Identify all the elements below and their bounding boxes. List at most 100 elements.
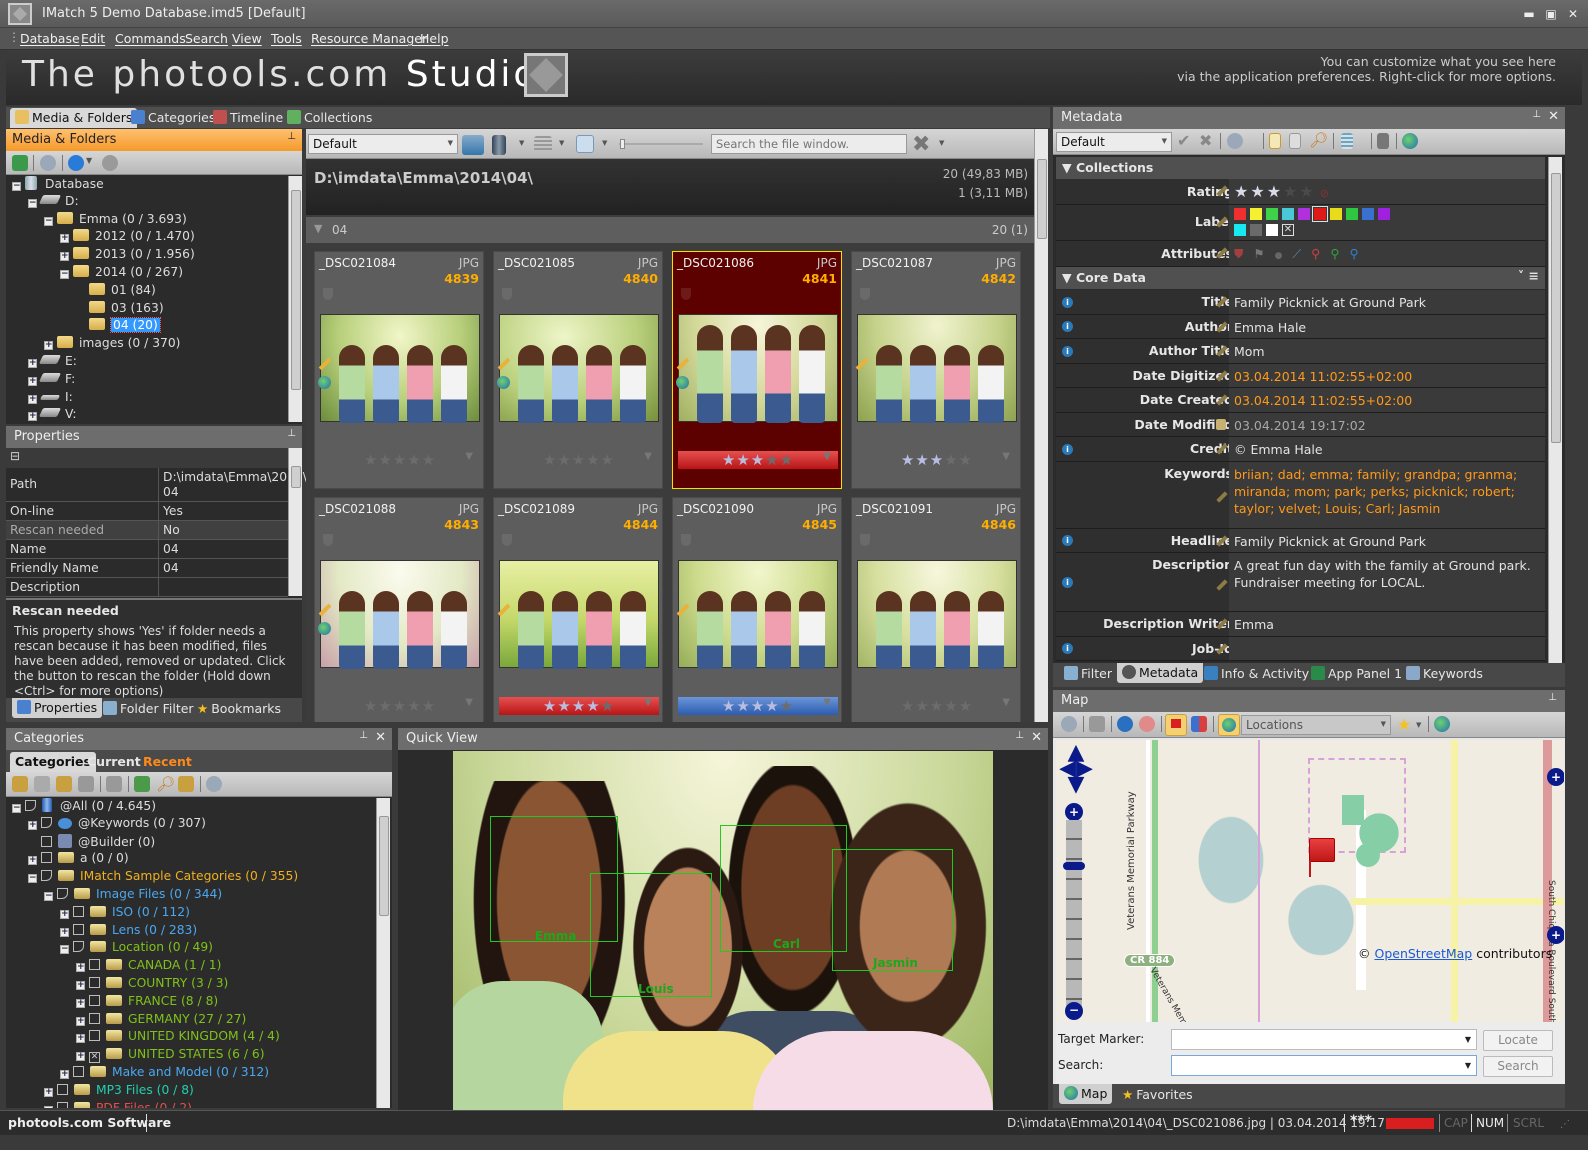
scrollbar-thumb[interactable]	[1037, 159, 1047, 239]
red-pin-icon[interactable]: ⚲	[1311, 246, 1320, 261]
tab-app-panel-1[interactable]: App Panel 1	[1306, 664, 1407, 684]
face-box-jasmin[interactable]: Jasmin	[832, 849, 953, 971]
folder-tree-node[interactable]: 01 (84)	[76, 282, 156, 301]
label-swatch[interactable]	[1234, 224, 1246, 236]
folder-tree-node[interactable]: + V:	[28, 407, 77, 422]
folder-tree-node[interactable]: + images (0 / 370)	[44, 336, 180, 354]
minimize-button[interactable]: ▬	[1520, 6, 1538, 22]
folder-tree-node[interactable]: 04 (20)	[76, 317, 161, 336]
thumbnail-card[interactable]: _DSC021084 JPG 4839 ★★★★★ ▼	[314, 251, 484, 489]
star-icon[interactable]: ★	[944, 697, 958, 715]
thumbnail-rating[interactable]: ★★★★★ ▼	[320, 697, 480, 715]
zoom-in-button[interactable]: +	[1065, 803, 1083, 821]
category-node[interactable]: + @Keywords (0 / 307)	[28, 816, 206, 834]
thumbnail-rating[interactable]: ★★★★★ ▼	[320, 451, 480, 469]
field-value[interactable]: 03.04.2014 11:02:55+02:00	[1229, 388, 1545, 412]
star-icon[interactable]: ★	[751, 697, 765, 715]
category-node[interactable]: + Make and Model (0 / 312)	[60, 1065, 269, 1083]
star-icon[interactable]: ★	[378, 451, 392, 469]
shield-icon[interactable]	[323, 534, 333, 546]
category-options-icon[interactable]	[178, 776, 194, 792]
thumbnail-card[interactable]: _DSC021086 JPG 4841 ★★★★★ ▼	[672, 251, 842, 489]
map-pan-control[interactable]: ▲ ◀▶ ▼	[1059, 742, 1093, 797]
menu-resource-manager[interactable]: Resource Manager	[311, 31, 427, 46]
info-icon[interactable]: i	[1062, 643, 1073, 655]
info-icon[interactable]: i	[1062, 345, 1073, 357]
expand-icon[interactable]: +	[60, 1070, 69, 1079]
star-icon[interactable]: ★	[393, 451, 407, 469]
info-icon[interactable]: i	[1062, 296, 1073, 308]
pin-icon[interactable]: ⊥	[1015, 730, 1024, 741]
category-node[interactable]: + ✕ UNITED STATES (6 / 6)	[76, 1047, 265, 1065]
sort-az-icon[interactable]	[1377, 133, 1389, 149]
map-add-button-2[interactable]: +	[1547, 926, 1564, 944]
category-node[interactable]: − Image Files (0 / 344)	[44, 887, 222, 905]
category-scrollbar[interactable]	[376, 798, 390, 1108]
map-marker-flag[interactable]	[1309, 838, 1335, 862]
zoom-out-button[interactable]: −	[1065, 1002, 1083, 1020]
quick-view-image[interactable]: Emma Louis Carl Jasmin	[453, 751, 993, 1110]
gear-icon[interactable]	[1061, 716, 1077, 732]
label-swatch[interactable]	[1298, 208, 1310, 220]
property-row[interactable]: Rescan needed No	[6, 521, 288, 540]
search-icon[interactable]: 🔎︎	[1309, 131, 1328, 149]
category-checkbox[interactable]	[41, 816, 52, 828]
shield-icon[interactable]	[860, 534, 870, 546]
chevron-down-icon[interactable]: ▼	[644, 451, 653, 462]
star-icon[interactable]: ★	[959, 451, 973, 469]
paste-icon[interactable]	[1289, 133, 1301, 149]
add-child-category-icon[interactable]	[34, 776, 50, 792]
blue-pin-icon[interactable]: ⚲	[1349, 246, 1358, 261]
label-swatch[interactable]	[1266, 208, 1278, 220]
gear-icon[interactable]	[206, 776, 222, 792]
collapse-icon[interactable]: −	[60, 270, 69, 279]
category-node[interactable]: + UNITED KINGDOM (4 / 4)	[76, 1029, 280, 1047]
close-window-button[interactable]: ✕	[1564, 6, 1582, 22]
folder-tree-node[interactable]: + F:	[28, 372, 75, 390]
folder-tree-node[interactable]: +2013 (0 / 1.956)	[60, 247, 195, 265]
group-header[interactable]: ▼ 04 20 (1)	[306, 217, 1034, 243]
field-value[interactable]: Family Picknick at Ground Park	[1229, 528, 1545, 552]
category-checkbox[interactable]	[73, 923, 84, 935]
property-row[interactable]: On-line Yes	[6, 502, 288, 521]
category-node[interactable]: + FRANCE (8 / 8)	[76, 994, 218, 1012]
tab-info-activity[interactable]: Info & Activity	[1199, 664, 1314, 684]
edit-pencil-icon[interactable]	[1216, 491, 1228, 503]
columns-icon[interactable]	[492, 135, 506, 155]
field-value[interactable]: 03.04.2014 11:02:55+02:00	[1229, 363, 1545, 387]
scrollbar-thumb[interactable]	[1551, 173, 1561, 443]
delete-category-icon[interactable]	[106, 776, 122, 792]
flag-marker-icon[interactable]	[1165, 714, 1187, 736]
thumbnail-image[interactable]	[320, 314, 480, 423]
menu-search[interactable]: Search	[185, 31, 228, 46]
star-icon[interactable]: ★	[601, 451, 615, 469]
expand-icon[interactable]: +	[28, 820, 37, 830]
star-icon[interactable]: ★	[901, 697, 915, 715]
map-view[interactable]: Veterans Memorial Parkway CR 884 Veteran…	[1056, 740, 1564, 1022]
label-swatch[interactable]	[1234, 208, 1246, 220]
shield-icon[interactable]	[323, 288, 333, 300]
grid-view-icon[interactable]	[576, 135, 594, 153]
label-swatch[interactable]	[1330, 208, 1342, 220]
star-icon[interactable]: ★	[915, 697, 929, 715]
edit-pencil-icon[interactable]	[1216, 578, 1228, 591]
close-icon[interactable]: ✕	[375, 730, 386, 745]
find-location-icon[interactable]	[1139, 716, 1155, 732]
tab-categories[interactable]: Categories	[126, 108, 220, 128]
field-value[interactable]: © Emma Hale	[1229, 437, 1545, 461]
shield-icon[interactable]	[860, 288, 870, 300]
star-icon[interactable]: ★	[393, 697, 407, 715]
locate-button[interactable]: Locate	[1483, 1030, 1553, 1051]
pin-icon[interactable]: ⊥	[1548, 692, 1557, 703]
pin-icon[interactable]: ⊥	[287, 428, 296, 439]
search-icon[interactable]: 🔎︎	[156, 775, 175, 793]
list-icon[interactable]	[1341, 133, 1353, 149]
thumbnail-size-slider[interactable]	[619, 139, 703, 149]
close-icon[interactable]: ✕	[1548, 109, 1559, 124]
scrollbar-thumb[interactable]	[379, 816, 389, 916]
folder-tree-node[interactable]: + I:	[28, 390, 73, 408]
scrollbar-thumb[interactable]	[291, 190, 301, 390]
star-icon[interactable]: ★	[765, 451, 779, 469]
star-icon[interactable]: ★	[422, 697, 436, 715]
copy-icon[interactable]	[1269, 133, 1281, 149]
